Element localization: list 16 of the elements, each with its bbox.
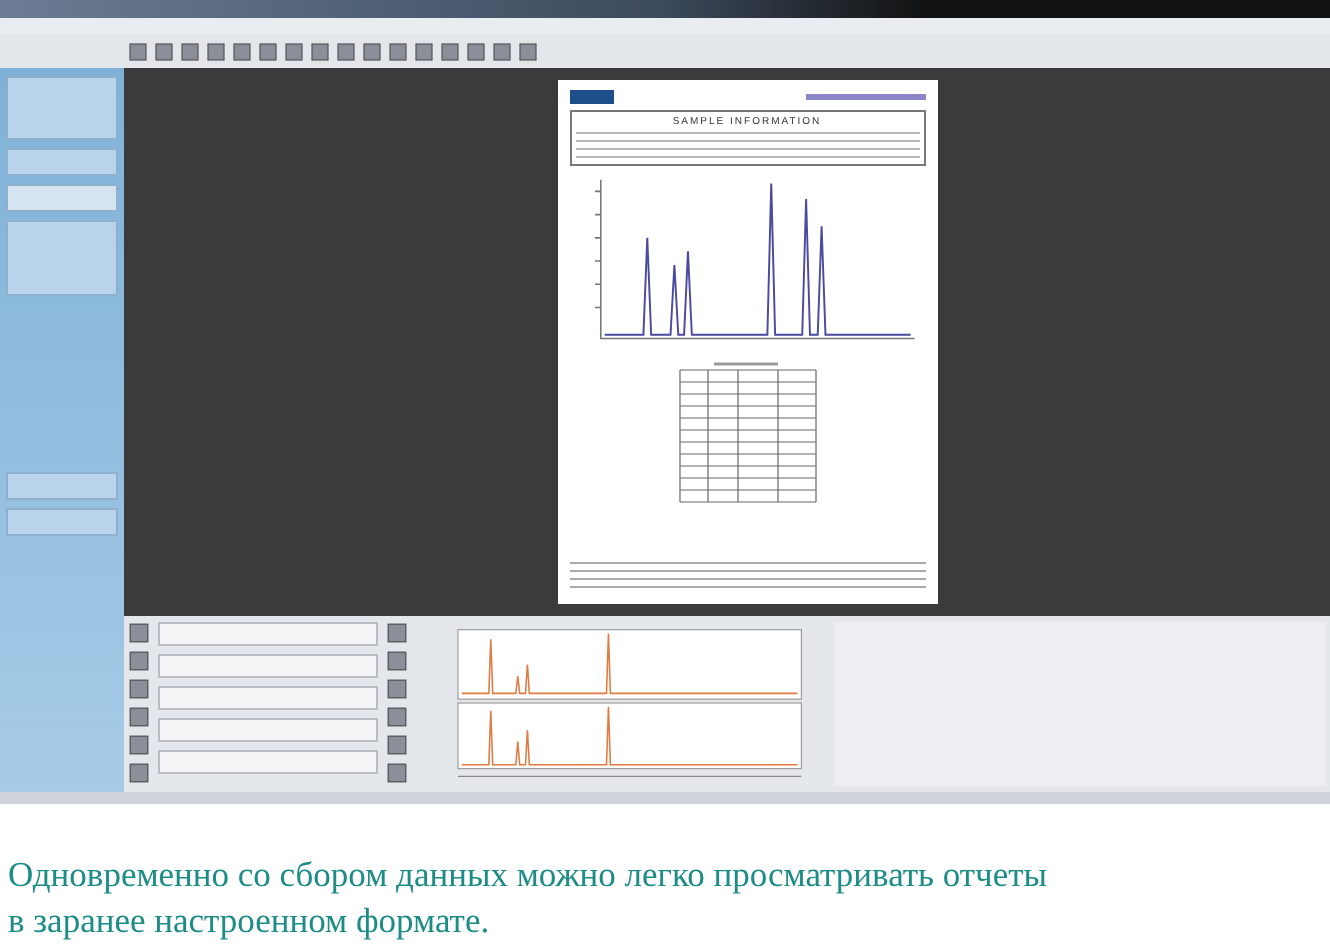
toolbar-icon[interactable] [128,734,150,756]
toolbar-icon[interactable] [128,762,150,784]
toolbar-icon[interactable] [386,678,408,700]
toolbar-icon[interactable] [386,650,408,672]
logo-block [569,90,613,104]
results-table-drawing [677,362,817,506]
toolbar-icon[interactable] [386,734,408,756]
caption-text: Одновременно со сбором данных можно легко просматривать отчеты в заранее настроенном формате. [8,852,1050,944]
toolbar-icon[interactable] [128,678,150,700]
toolbar-icon[interactable] [386,706,408,728]
toolbar-icon[interactable] [128,650,150,672]
toolbar-icon[interactable] [128,622,150,644]
toolbar-icon[interactable] [386,622,408,644]
header-line [805,94,925,100]
toolbar-icon[interactable] [386,762,408,784]
toolbar-icon[interactable] [128,706,150,728]
